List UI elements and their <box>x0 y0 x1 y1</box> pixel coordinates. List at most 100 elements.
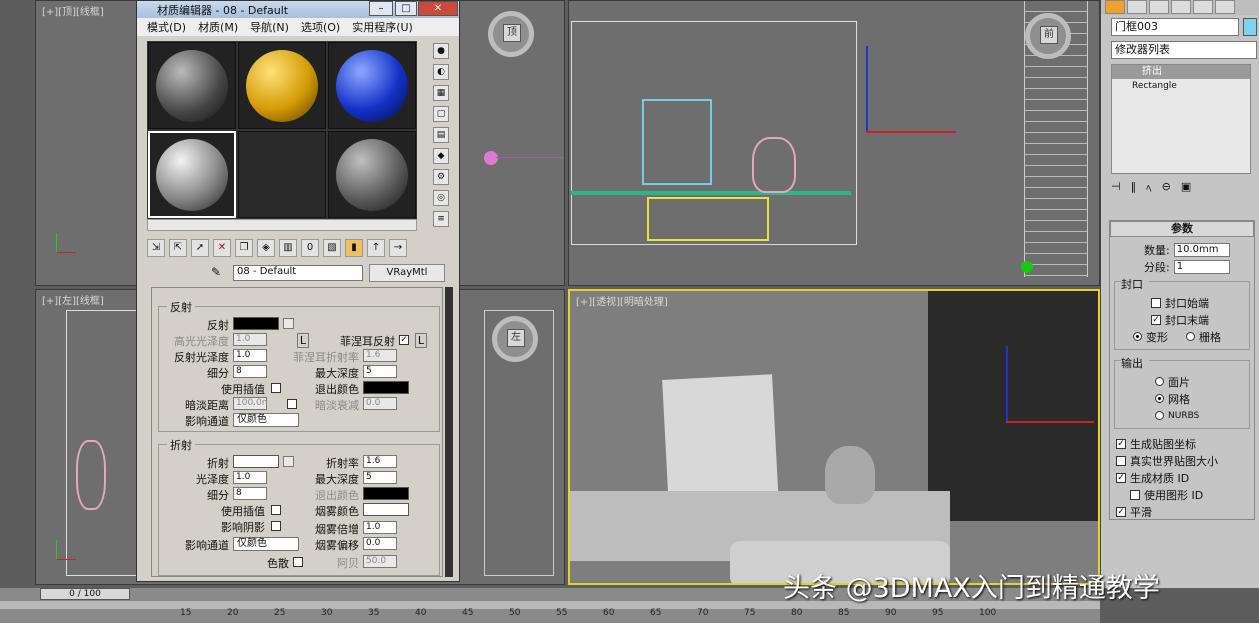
get-material-icon[interactable]: ⇲ <box>147 239 165 257</box>
material-id-icon[interactable]: 0 <box>301 239 319 257</box>
material-type-button[interactable]: VRayMtl <box>369 264 445 282</box>
ior-spinner[interactable]: 1.6 <box>363 455 397 468</box>
refract-max-depth-spinner[interactable]: 5 <box>363 471 397 484</box>
reflect-map-button[interactable] <box>283 318 294 329</box>
viewcube-face-front[interactable]: 前 <box>1040 26 1058 44</box>
fresnel-checkbox[interactable]: ✓ <box>399 335 409 345</box>
material-name-field[interactable]: 08 - Default <box>233 265 363 281</box>
refl-interp-checkbox[interactable] <box>271 383 281 393</box>
stack-item-extrude[interactable]: 挤出 <box>1112 65 1250 79</box>
time-slider[interactable]: 0 / 100 <box>40 588 130 600</box>
affect-shadows-checkbox[interactable] <box>271 521 281 531</box>
show-map-icon[interactable]: ▧ <box>323 239 341 257</box>
menu-mode[interactable]: 模式(D) <box>147 19 186 35</box>
refract-subdivs-spinner[interactable]: 8 <box>233 487 267 500</box>
utilities-tab-icon[interactable] <box>1215 0 1235 14</box>
make-preview-icon[interactable]: ◆ <box>433 148 449 164</box>
viewport-perspective[interactable]: [+][透视][明暗处理] <box>568 289 1100 585</box>
sample-slot[interactable] <box>328 131 416 218</box>
make-unique-icon[interactable]: ﾍ <box>1146 180 1152 198</box>
sample-slot[interactable] <box>328 42 416 129</box>
viewport-front[interactable]: 前 <box>568 0 1100 286</box>
sample-slot[interactable] <box>238 131 326 218</box>
viewport-perspective-label[interactable]: [+][透视][明暗处理] <box>576 293 668 308</box>
copy-material-icon[interactable]: ❐ <box>235 239 253 257</box>
library-icon[interactable]: ▥ <box>279 239 297 257</box>
background-icon[interactable]: ▦ <box>433 85 449 101</box>
use-shape-ids-checkbox[interactable] <box>1130 489 1140 500</box>
material-navigator-icon[interactable]: ≡ <box>433 211 449 227</box>
reset-icon[interactable]: ✕ <box>213 239 231 257</box>
refract-interp-checkbox[interactable] <box>271 505 281 515</box>
sample-slot-selected[interactable] <box>148 131 236 218</box>
segments-spinner[interactable]: 1 <box>1173 259 1230 274</box>
pin-stack-icon[interactable]: ⊣ <box>1111 180 1121 198</box>
go-to-parent-icon[interactable]: ↑ <box>367 239 385 257</box>
viewcube-face-top[interactable]: 顶 <box>503 24 521 42</box>
object-color-swatch[interactable] <box>1243 18 1257 36</box>
show-end-result-icon[interactable]: ▮ <box>345 239 363 257</box>
object-name-field[interactable]: 门框003 <box>1111 18 1239 36</box>
fog-bias-spinner[interactable]: 0.0 <box>363 537 397 550</box>
gen-map-coords-checkbox[interactable]: ✓ <box>1116 438 1126 449</box>
slots-scrollbar[interactable] <box>147 219 417 231</box>
put-to-scene-icon[interactable]: ⇱ <box>169 239 187 257</box>
modify-tab-icon[interactable] <box>1127 0 1147 14</box>
sample-slot[interactable] <box>148 42 236 129</box>
refl-affect-channels-dropdown[interactable]: 仅颜色 <box>233 413 299 427</box>
material-editor-window[interactable]: 材质编辑器 - 08 - Default – □ ✕ 模式(D) 材质(M) 导… <box>136 0 460 582</box>
hilight-gloss-spinner[interactable]: 1.0 <box>233 333 267 346</box>
real-world-checkbox[interactable] <box>1116 455 1126 466</box>
uv-tiling-icon[interactable]: ▢ <box>433 106 449 122</box>
dispersion-checkbox[interactable] <box>293 557 303 567</box>
abbe-spinner[interactable]: 50.0 <box>363 555 397 568</box>
go-forward-icon[interactable]: → <box>389 239 407 257</box>
fog-multiplier-spinner[interactable]: 1.0 <box>363 521 397 534</box>
refl-subdivs-spinner[interactable]: 8 <box>233 365 267 378</box>
viewcube-front[interactable]: 前 <box>1025 13 1071 59</box>
reflect-color-swatch[interactable] <box>233 317 279 330</box>
menu-options[interactable]: 选项(O) <box>301 19 340 35</box>
viewport-left-label[interactable]: [+][左][线框] <box>42 292 104 307</box>
viewcube-face-left[interactable]: 左 <box>507 329 525 347</box>
cap-end-checkbox[interactable]: ✓ <box>1151 314 1161 325</box>
show-end-result-icon-2[interactable]: ‖ <box>1131 180 1137 198</box>
configure-sets-icon[interactable]: ▣ <box>1181 180 1191 198</box>
close-button[interactable]: ✕ <box>418 1 458 16</box>
mesh-radio[interactable] <box>1155 394 1164 403</box>
nurbs-radio[interactable] <box>1155 411 1164 420</box>
morph-radio[interactable] <box>1133 332 1142 341</box>
patch-radio[interactable] <box>1155 377 1164 386</box>
params-scrollbar[interactable] <box>445 287 453 577</box>
backlight-icon[interactable]: ◐ <box>433 64 449 80</box>
smooth-checkbox[interactable]: ✓ <box>1116 506 1126 517</box>
refract-exit-color-swatch[interactable] <box>363 487 409 500</box>
menu-material[interactable]: 材质(M) <box>198 19 238 35</box>
menu-utilities[interactable]: 实用程序(U) <box>352 19 413 35</box>
sample-type-icon[interactable]: ● <box>433 43 449 59</box>
video-color-icon[interactable]: ▤ <box>433 127 449 143</box>
cap-start-checkbox[interactable] <box>1151 297 1161 308</box>
material-editor-titlebar[interactable]: 材质编辑器 - 08 - Default – □ ✕ <box>137 1 459 18</box>
fresnel-ior-spinner[interactable]: 1.6 <box>363 349 397 362</box>
unique-icon[interactable]: ◈ <box>257 239 275 257</box>
assign-material-icon[interactable]: ➚ <box>191 239 209 257</box>
viewcube[interactable]: 顶 <box>488 11 534 57</box>
fog-color-swatch[interactable] <box>363 503 409 516</box>
refl-max-depth-spinner[interactable]: 5 <box>363 365 397 378</box>
refl-exit-color-swatch[interactable] <box>363 381 409 394</box>
create-tab-icon[interactable] <box>1105 0 1125 14</box>
modifier-list-dropdown[interactable]: 修改器列表 <box>1111 41 1257 59</box>
hierarchy-tab-icon[interactable] <box>1149 0 1169 14</box>
minimize-button[interactable]: – <box>369 1 393 16</box>
sample-slot[interactable] <box>238 42 326 129</box>
refract-color-swatch[interactable] <box>233 455 279 468</box>
stack-item-rectangle[interactable]: Rectangle <box>1112 79 1250 93</box>
refl-gloss-spinner[interactable]: 1.0 <box>233 349 267 362</box>
viewcube-left[interactable]: 左 <box>492 316 538 362</box>
fresnel-lock-button[interactable]: L <box>415 333 427 348</box>
display-tab-icon[interactable] <box>1193 0 1213 14</box>
motion-tab-icon[interactable] <box>1171 0 1191 14</box>
parameters-title[interactable]: 参数 <box>1110 221 1254 237</box>
menu-navigation[interactable]: 导航(N) <box>250 19 289 35</box>
